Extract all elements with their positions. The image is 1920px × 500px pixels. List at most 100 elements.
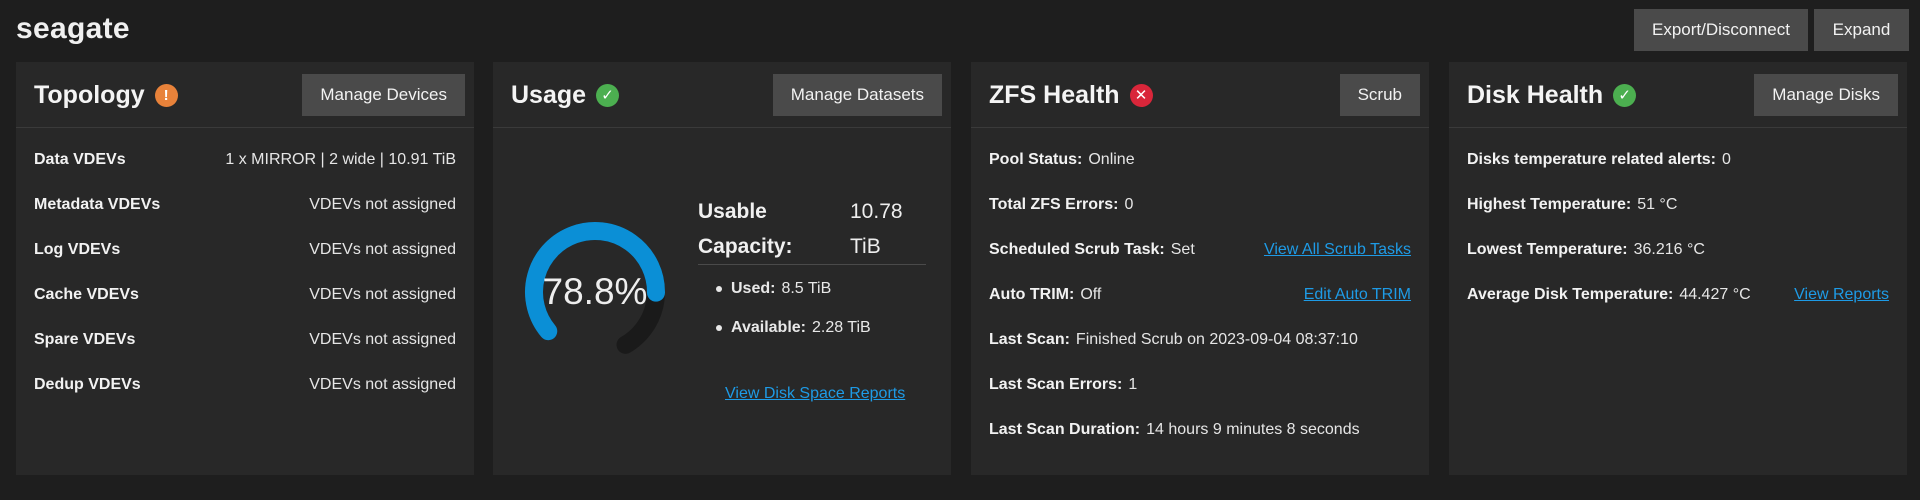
row-value: VDEVs not assigned <box>309 376 456 393</box>
capacity-value-line2: TiB <box>850 235 881 258</box>
topology-row-spare: Spare VDEVs VDEVs not assigned <box>34 328 456 352</box>
row-label: Total ZFS Errors: <box>989 196 1119 213</box>
zfs-row-pool-status: Pool Status: Online <box>989 148 1411 172</box>
topology-title: Topology ! <box>34 81 178 110</box>
zfs-health-title-text: ZFS Health <box>989 81 1120 109</box>
check-circle-icon: ✓ <box>1613 84 1637 107</box>
used-label: Used: <box>731 280 776 297</box>
row-label: Auto TRIM: <box>989 286 1075 303</box>
usage-gauge: 78.8% <box>515 212 675 372</box>
pool-name: seagate <box>16 12 130 45</box>
used-value: 8.5 TiB <box>781 280 832 297</box>
row-value: Set <box>1170 241 1195 258</box>
pool-header: seagate Export/Disconnect Expand <box>0 0 1920 62</box>
disk-health-title: Disk Health ✓ <box>1467 81 1637 110</box>
usage-card: Usage ✓ Manage Datasets 78.8% Usable Cap… <box>493 62 951 475</box>
available-row: Available: 2.28 TiB <box>716 319 871 337</box>
row-value: VDEVs not assigned <box>309 196 456 213</box>
disk-health-title-text: Disk Health <box>1467 81 1604 109</box>
row-value: 14 hours 9 minutes 8 seconds <box>1146 421 1360 438</box>
bullet-icon <box>716 286 722 292</box>
topology-row-data: Data VDEVs 1 x MIRROR | 2 wide | 10.91 T… <box>34 148 456 172</box>
row-value: VDEVs not assigned <box>309 331 456 348</box>
bullet-icon <box>716 325 722 331</box>
view-all-scrub-tasks-link[interactable]: View All Scrub Tasks <box>1264 241 1411 259</box>
topology-title-text: Topology <box>34 81 145 109</box>
zfs-row-last-scan-errors: Last Scan Errors: 1 <box>989 373 1411 397</box>
row-label: Scheduled Scrub Task: <box>989 241 1165 258</box>
export-disconnect-button[interactable]: Export/Disconnect <box>1634 9 1808 51</box>
row-label: Spare VDEVs <box>34 331 136 348</box>
topology-card-header: Topology ! Manage Devices <box>16 62 474 128</box>
manage-devices-button[interactable]: Manage Devices <box>302 74 465 116</box>
available-value: 2.28 TiB <box>812 319 871 336</box>
row-value: VDEVs not assigned <box>309 241 456 258</box>
zfs-row-total-errors: Total ZFS Errors: 0 <box>989 193 1411 217</box>
row-value: 44.427 °C <box>1679 286 1751 303</box>
disk-row-average-temp: Average Disk Temperature: 44.427 °C View… <box>1467 283 1889 307</box>
row-value: 0 <box>1124 196 1134 213</box>
usage-title: Usage ✓ <box>511 81 620 110</box>
check-circle-icon: ✓ <box>596 84 620 107</box>
row-value: 51 °C <box>1637 196 1678 213</box>
disk-row-highest-temp: Highest Temperature: 51 °C <box>1467 193 1889 217</box>
manage-disks-button[interactable]: Manage Disks <box>1754 74 1898 116</box>
row-value: Off <box>1080 286 1102 303</box>
scrub-button[interactable]: Scrub <box>1339 74 1420 116</box>
row-value: VDEVs not assigned <box>309 286 456 303</box>
row-value: Online <box>1088 151 1135 168</box>
capacity-label-line2: Capacity: <box>698 235 793 258</box>
row-label: Highest Temperature: <box>1467 196 1632 213</box>
capacity-label-line1: Usable <box>698 200 767 223</box>
row-label: Disks temperature related alerts: <box>1467 151 1716 168</box>
row-label: Last Scan: <box>989 331 1070 348</box>
row-value: Finished Scrub on 2023-09-04 08:37:10 <box>1075 331 1358 348</box>
row-label: Last Scan Duration: <box>989 421 1141 438</box>
expand-button[interactable]: Expand <box>1814 9 1909 51</box>
capacity-value-line1: 10.78 <box>850 200 903 223</box>
zfs-health-title: ZFS Health ✕ <box>989 81 1153 110</box>
topology-row-metadata: Metadata VDEVs VDEVs not assigned <box>34 193 456 217</box>
warning-icon: ! <box>154 84 178 107</box>
zfs-row-scheduled-scrub: Scheduled Scrub Task: Set View All Scrub… <box>989 238 1411 262</box>
topology-row-cache: Cache VDEVs VDEVs not assigned <box>34 283 456 307</box>
disk-health-card: Disk Health ✓ Manage Disks Disks tempera… <box>1449 62 1907 475</box>
usable-capacity-value: 10.78 TiB <box>850 194 930 264</box>
zfs-row-last-scan-duration: Last Scan Duration: 14 hours 9 minutes 8… <box>989 418 1411 442</box>
divider <box>698 264 926 265</box>
row-label: Pool Status: <box>989 151 1083 168</box>
row-label: Data VDEVs <box>34 151 126 168</box>
disk-health-card-header: Disk Health ✓ Manage Disks <box>1449 62 1907 128</box>
zfs-health-card-header: ZFS Health ✕ Scrub <box>971 62 1429 128</box>
usage-percent: 78.8% <box>542 271 648 312</box>
topology-row-log: Log VDEVs VDEVs not assigned <box>34 238 456 262</box>
used-row: Used: 8.5 TiB <box>716 280 831 298</box>
row-label: Metadata VDEVs <box>34 196 161 213</box>
disk-row-temp-alerts: Disks temperature related alerts: 0 <box>1467 148 1889 172</box>
topology-card: Topology ! Manage Devices Data VDEVs 1 x… <box>16 62 474 475</box>
row-label: Last Scan Errors: <box>989 376 1123 393</box>
row-label: Lowest Temperature: <box>1467 241 1628 258</box>
row-label: Average Disk Temperature: <box>1467 286 1674 303</box>
zfs-row-auto-trim: Auto TRIM: Off Edit Auto TRIM <box>989 283 1411 307</box>
usable-capacity-label: Usable Capacity: <box>698 194 818 264</box>
view-disk-space-reports-link[interactable]: View Disk Space Reports <box>725 385 905 403</box>
view-reports-link[interactable]: View Reports <box>1794 286 1889 304</box>
edit-auto-trim-link[interactable]: Edit Auto TRIM <box>1304 286 1411 304</box>
usage-card-header: Usage ✓ Manage Datasets <box>493 62 951 128</box>
zfs-health-card: ZFS Health ✕ Scrub Pool Status: Online T… <box>971 62 1429 475</box>
zfs-row-last-scan: Last Scan: Finished Scrub on 2023-09-04 … <box>989 328 1411 352</box>
row-value: 36.216 °C <box>1633 241 1705 258</box>
row-label: Log VDEVs <box>34 241 121 258</box>
available-label: Available: <box>731 319 806 336</box>
topology-row-dedup: Dedup VDEVs VDEVs not assigned <box>34 373 456 397</box>
x-circle-icon: ✕ <box>1129 84 1153 107</box>
row-value: 1 x MIRROR | 2 wide | 10.91 TiB <box>225 151 456 168</box>
row-label: Dedup VDEVs <box>34 376 141 393</box>
row-value: 0 <box>1722 151 1731 168</box>
usage-title-text: Usage <box>511 81 587 109</box>
row-value: 1 <box>1128 376 1138 393</box>
row-label: Cache VDEVs <box>34 286 139 303</box>
manage-datasets-button[interactable]: Manage Datasets <box>772 74 942 116</box>
disk-row-lowest-temp: Lowest Temperature: 36.216 °C <box>1467 238 1889 262</box>
